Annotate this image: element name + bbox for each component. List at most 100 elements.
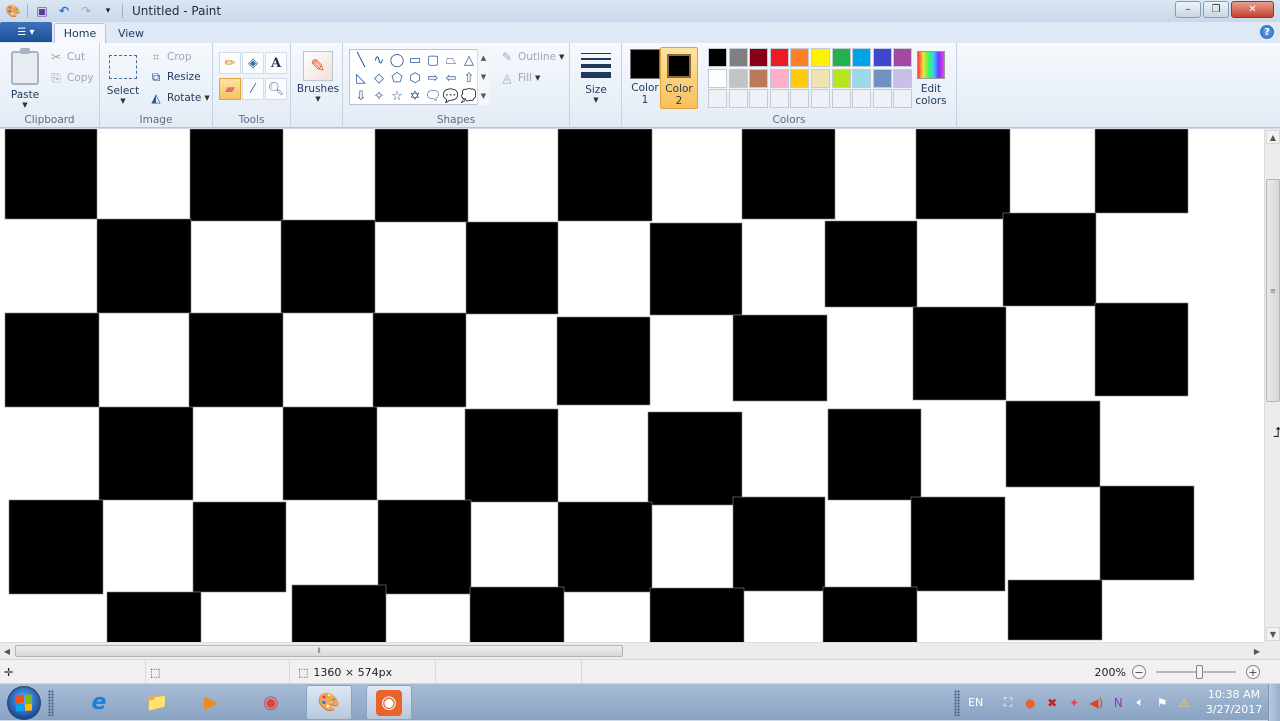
shape-item[interactable]: 💭 bbox=[460, 87, 478, 105]
shape-item[interactable]: ╲ bbox=[352, 51, 370, 69]
palette-color-swatch[interactable] bbox=[831, 68, 851, 88]
scroll-up-arrow[interactable]: ▲ bbox=[1266, 130, 1280, 144]
brushes-button[interactable]: ✎ Brushes ▼ bbox=[297, 45, 339, 103]
outline-button[interactable]: ✎ Outline ▼ bbox=[499, 48, 564, 66]
shape-item[interactable]: ▢ bbox=[424, 51, 442, 69]
shape-item[interactable]: ◺ bbox=[352, 69, 370, 87]
taskbar-grip[interactable] bbox=[48, 690, 54, 716]
shape-item[interactable]: ⏢ bbox=[442, 51, 460, 69]
taskbar-app-screen-recorder[interactable]: ◉ bbox=[366, 685, 412, 720]
palette-color-swatch[interactable] bbox=[728, 68, 748, 88]
network-warning-icon[interactable]: ⚠ bbox=[1173, 693, 1195, 713]
file-menu-button[interactable]: ☰ ▾ bbox=[0, 22, 52, 42]
save-icon[interactable]: ▣ bbox=[34, 3, 50, 19]
size-button[interactable]: Size ▼ bbox=[580, 45, 612, 104]
scroll-right-arrow[interactable]: ▶ bbox=[1250, 644, 1264, 658]
custom-color-slot[interactable] bbox=[831, 89, 851, 109]
palette-color-swatch[interactable] bbox=[749, 48, 769, 67]
paste-button[interactable]: Paste ▼ bbox=[8, 45, 42, 109]
taskbar-app-paint[interactable]: 🎨 bbox=[306, 685, 352, 720]
zoom-slider-thumb[interactable] bbox=[1196, 665, 1203, 679]
palette-color-swatch[interactable] bbox=[769, 68, 789, 88]
action-center-flag-icon[interactable]: ⚑ bbox=[1151, 693, 1173, 713]
restore-button[interactable]: ❐ bbox=[1203, 1, 1229, 18]
tab-home[interactable]: Home bbox=[54, 23, 106, 43]
shape-item[interactable]: ⇦ bbox=[442, 69, 460, 87]
custom-color-slot[interactable] bbox=[728, 89, 748, 109]
fill-tool[interactable]: ◈ bbox=[242, 52, 264, 74]
crop-button[interactable]: ⌗ Crop bbox=[148, 48, 192, 66]
shape-item[interactable]: 💬 bbox=[442, 87, 460, 105]
custom-color-slot[interactable] bbox=[790, 89, 810, 109]
shape-item[interactable]: ✧ bbox=[370, 87, 388, 105]
vertical-scrollbar[interactable]: ▲ ≡ ▼ bbox=[1264, 129, 1280, 642]
shapes-gallery-scroll[interactable]: ▲ ▼ ▼ bbox=[477, 49, 489, 105]
taskbar-app-media-player[interactable]: ▶ bbox=[188, 685, 234, 720]
zoom-out-button[interactable]: − bbox=[1132, 665, 1146, 679]
checkerboard-drawing[interactable] bbox=[0, 129, 1264, 642]
drawing-canvas[interactable] bbox=[0, 129, 1264, 642]
help-icon[interactable]: ? bbox=[1260, 25, 1274, 39]
shape-item[interactable]: ◯ bbox=[388, 51, 406, 69]
palette-color-swatch[interactable] bbox=[831, 48, 851, 67]
rotate-button[interactable]: ◭ Rotate ▼ bbox=[148, 89, 209, 107]
palette-color-swatch[interactable] bbox=[893, 68, 913, 88]
color2-button[interactable]: Color 2 bbox=[660, 47, 698, 109]
palette-color-swatch[interactable] bbox=[769, 48, 789, 67]
zoom-in-button[interactable]: + bbox=[1246, 665, 1260, 679]
shape-item[interactable]: △ bbox=[460, 51, 478, 69]
palette-color-swatch[interactable] bbox=[852, 68, 872, 88]
show-desktop-button[interactable] bbox=[1268, 684, 1280, 721]
customize-qat-icon[interactable]: ▾ bbox=[100, 3, 116, 19]
tab-view[interactable]: View bbox=[108, 23, 154, 43]
scroll-left-arrow[interactable]: ◀ bbox=[0, 644, 14, 658]
volume-alert-icon[interactable]: ◀) bbox=[1085, 693, 1107, 713]
horizontal-scrollbar[interactable]: ◀ ⦀ ▶ bbox=[0, 642, 1264, 659]
taskbar-app-file-explorer[interactable]: 📁 bbox=[134, 685, 180, 720]
network-tool-icon[interactable]: ✦ bbox=[1063, 693, 1085, 713]
palette-color-swatch[interactable] bbox=[749, 68, 769, 88]
custom-color-slot[interactable] bbox=[769, 89, 789, 109]
shape-item[interactable]: ◇ bbox=[370, 69, 388, 87]
custom-color-slot[interactable] bbox=[893, 89, 913, 109]
palette-color-swatch[interactable] bbox=[872, 68, 892, 88]
copy-button[interactable]: ⎘ Copy bbox=[48, 69, 93, 87]
custom-color-slot[interactable] bbox=[872, 89, 892, 109]
close-button[interactable]: ✕ bbox=[1231, 1, 1274, 18]
shape-item[interactable]: ⇧ bbox=[460, 69, 478, 87]
text-tool[interactable]: A bbox=[265, 52, 287, 74]
palette-color-swatch[interactable] bbox=[708, 68, 727, 88]
palette-color-swatch[interactable] bbox=[893, 48, 913, 67]
resize-button[interactable]: ⧉ Resize bbox=[148, 68, 201, 86]
recorder-stop-icon[interactable]: ● bbox=[1019, 693, 1041, 713]
edit-colors-button[interactable]: Edit colors bbox=[914, 45, 948, 107]
fill-button[interactable]: ◬ Fill ▼ bbox=[499, 69, 540, 87]
palette-color-swatch[interactable] bbox=[810, 68, 830, 88]
start-button[interactable] bbox=[7, 686, 41, 720]
expand-gallery-icon[interactable]: ▼ bbox=[481, 92, 486, 100]
screen-capture-icon[interactable]: ⛶ bbox=[997, 693, 1019, 713]
onenote-icon[interactable]: N bbox=[1107, 693, 1129, 713]
shape-item[interactable]: ⬠ bbox=[388, 69, 406, 87]
scroll-down-arrow[interactable]: ▼ bbox=[1266, 627, 1280, 641]
undo-icon[interactable]: ↶ bbox=[56, 3, 72, 19]
redo-icon[interactable]: ↷ bbox=[78, 3, 94, 19]
taskbar-app-internet-explorer[interactable]: e bbox=[76, 685, 122, 720]
speaker-icon[interactable]: 🔈︎ bbox=[1129, 693, 1151, 713]
custom-color-slot[interactable] bbox=[708, 89, 727, 109]
magnifier-tool[interactable]: 🔍︎ bbox=[265, 78, 287, 100]
palette-color-swatch[interactable] bbox=[852, 48, 872, 67]
shape-item[interactable]: ⬡ bbox=[406, 69, 424, 87]
shape-item[interactable]: ✡ bbox=[406, 87, 424, 105]
color1-button[interactable]: Color 1 bbox=[628, 49, 662, 106]
palette-color-swatch[interactable] bbox=[708, 48, 727, 67]
taskbar-app-chrome[interactable]: ◉ bbox=[248, 685, 294, 720]
shape-item[interactable]: ☆ bbox=[388, 87, 406, 105]
pencil-tool[interactable]: ✏ bbox=[219, 52, 241, 74]
shape-item[interactable]: 🗨 bbox=[424, 87, 442, 105]
select-button[interactable]: Select ▼ bbox=[106, 45, 140, 105]
palette-color-swatch[interactable] bbox=[728, 48, 748, 67]
paint-app-icon[interactable]: 🎨 bbox=[5, 3, 21, 19]
shape-item[interactable]: ▭ bbox=[406, 51, 424, 69]
custom-color-slot[interactable] bbox=[749, 89, 769, 109]
